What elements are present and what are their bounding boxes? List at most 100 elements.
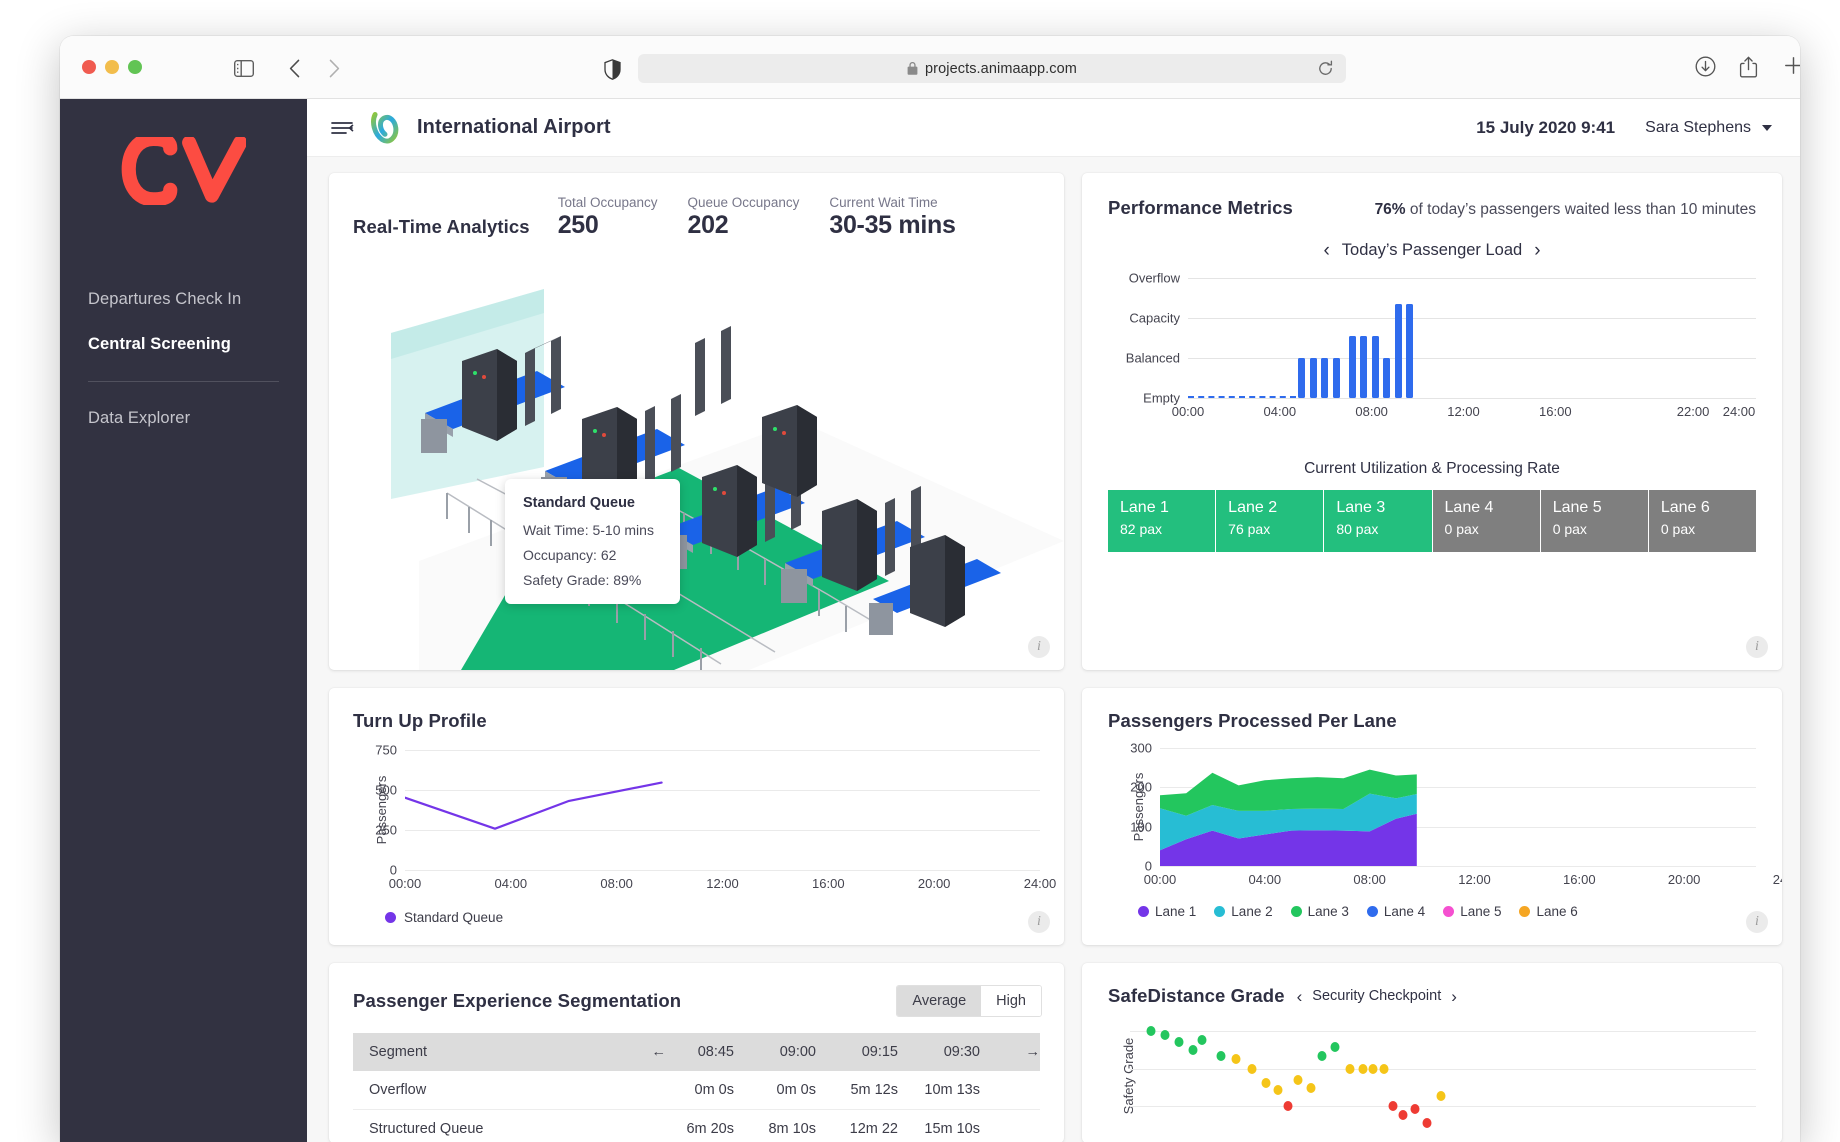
prev-chevron-icon[interactable]: ‹ [1323,241,1329,260]
menu-collapse-icon[interactable] [329,115,355,141]
bar[interactable] [1383,358,1390,398]
lane-cell-lane-6[interactable]: Lane 60 pax [1649,490,1756,552]
sidebar-item-departures-check-in[interactable]: Departures Check In [88,277,279,322]
next-time-arrow-icon[interactable]: → [994,1033,1040,1071]
minimize-window-button[interactable] [105,60,119,74]
scatter-point-warn[interactable] [1247,1064,1256,1074]
info-icon[interactable]: i [1028,636,1050,658]
segmentation-table: Segment ← 08:45 09:00 09:15 09:30 → Over… [353,1033,1040,1142]
next-chevron-icon[interactable]: › [1534,241,1540,260]
legend-item-lane-1[interactable]: Lane 1 [1138,904,1196,919]
legend-item-lane-4[interactable]: Lane 4 [1367,904,1425,919]
scatter-point-bad[interactable] [1388,1101,1397,1111]
scatter-point-warn[interactable] [1380,1064,1389,1074]
xtick-1600: 16:00 [812,876,845,891]
bar[interactable] [1321,358,1328,398]
xtick-0400: 04:00 [1264,404,1297,419]
bar[interactable] [1395,304,1402,398]
nav-forward-icon[interactable] [322,56,346,80]
scatter-point-good[interactable] [1330,1042,1339,1052]
queue-tooltip-title: Standard Queue [523,495,664,511]
nav-back-icon[interactable] [282,56,306,80]
scatter-point-warn[interactable] [1232,1054,1241,1064]
user-menu[interactable]: Sara Stephens [1645,119,1772,137]
privacy-shield-icon[interactable] [600,57,624,81]
share-icon[interactable] [1739,56,1763,80]
legend-item-lane-6[interactable]: Lane 6 [1519,904,1577,919]
lane-cell-lane-2[interactable]: Lane 276 pax [1216,490,1324,552]
card-safedistance-grade: SafeDistance Grade ‹ Security Checkpoint… [1082,963,1782,1142]
performance-header: Performance Metrics 76% of today’s passe… [1082,173,1782,219]
scatter-point-good[interactable] [1216,1051,1225,1061]
prev-time-arrow-icon[interactable]: ← [620,1033,666,1071]
maximize-window-button[interactable] [128,60,142,74]
scatter-point-good[interactable] [1175,1037,1184,1047]
safedistance-header: SafeDistance Grade ‹ Security Checkpoint… [1082,963,1782,1007]
reload-icon[interactable] [1317,60,1334,77]
scatter-point-bad[interactable] [1422,1118,1431,1128]
address-bar[interactable]: projects.animaapp.com [638,54,1346,83]
bar[interactable] [1333,358,1340,398]
legend-item-lane-5[interactable]: Lane 5 [1443,904,1501,919]
browser-window: projects.animaapp.com [60,36,1800,1142]
table-row[interactable]: Structured Queue6m 20s8m 10s12m 2215m 10… [353,1110,1040,1142]
new-tab-icon[interactable] [1784,56,1800,80]
scatter-point-warn[interactable] [1274,1085,1283,1095]
bar[interactable] [1310,358,1317,398]
info-icon[interactable]: i [1746,636,1768,658]
legend-item-lane-3[interactable]: Lane 3 [1291,904,1349,919]
ytick-300: 300 [1108,741,1152,756]
scatter-point-bad[interactable] [1283,1101,1292,1111]
queue-tooltip-wait-time: Wait Time: 5-10 mins [523,522,664,538]
next-chevron-icon[interactable]: › [1451,988,1457,1005]
sidebar-toggle-icon[interactable] [232,56,256,80]
toggle-high-button[interactable]: High [981,986,1041,1016]
lane-cell-lane-3[interactable]: Lane 380 pax [1324,490,1432,552]
brand-logo-cv-icon [121,137,246,205]
xtick-2200: 22:00 [1677,404,1710,419]
legend-item-lane-2[interactable]: Lane 2 [1214,904,1272,919]
scatter-point-warn[interactable] [1261,1078,1270,1088]
ytick-balanced: Balanced [1108,351,1180,366]
close-window-button[interactable] [82,60,96,74]
window-controls [82,60,142,74]
checkpoint-3d-view[interactable]: Standard Queue Wait Time: 5-10 mins Occu… [329,261,1064,670]
scatter-point-bad[interactable] [1411,1104,1420,1114]
scatter-point-good[interactable] [1161,1030,1170,1040]
scatter-point-good[interactable] [1198,1035,1207,1045]
scatter-point-warn[interactable] [1358,1064,1367,1074]
sidebar-item-central-screening[interactable]: Central Screening [88,322,279,367]
info-icon[interactable]: i [1028,911,1050,933]
lane-utilization-row: Lane 182 paxLane 276 paxLane 380 paxLane… [1108,490,1756,552]
kpi-current-wait-time-value: 30-35 mins [829,211,955,240]
safedistance-title: SafeDistance Grade [1108,985,1285,1007]
segmentation-title: Passenger Experience Segmentation [353,990,681,1012]
downloads-icon[interactable] [1695,56,1719,80]
lane-cell-lane-5[interactable]: Lane 50 pax [1541,490,1649,552]
scatter-point-warn[interactable] [1436,1091,1445,1101]
legend-label: Lane 3 [1308,904,1349,919]
queue-tooltip-occupancy: Occupancy: 62 [523,547,664,563]
lane-cell-lane-4[interactable]: Lane 40 pax [1433,490,1541,552]
scatter-point-warn[interactable] [1346,1064,1355,1074]
bar[interactable] [1349,336,1356,398]
scatter-point-good[interactable] [1188,1045,1197,1055]
xtick-2400: 24:00 [1723,404,1756,419]
scatter-point-good[interactable] [1146,1026,1155,1036]
prev-chevron-icon[interactable]: ‹ [1297,988,1303,1005]
bar[interactable] [1360,336,1367,398]
bar[interactable] [1372,336,1379,398]
bar[interactable] [1298,358,1305,398]
app-header: International Airport 15 July 2020 9:41 … [307,99,1800,157]
lane-cell-lane-1[interactable]: Lane 182 pax [1108,490,1216,552]
table-row[interactable]: Overflow0m 0s0m 0s5m 12s10m 13s [353,1071,1040,1110]
toggle-average-button[interactable]: Average [897,986,981,1016]
scatter-point-warn[interactable] [1369,1064,1378,1074]
scatter-point-bad[interactable] [1398,1110,1407,1120]
info-icon[interactable]: i [1746,911,1768,933]
sidebar-item-data-explorer[interactable]: Data Explorer [88,396,279,441]
scatter-point-good[interactable] [1317,1051,1326,1061]
scatter-point-warn[interactable] [1293,1075,1302,1085]
bar[interactable] [1406,304,1413,398]
scatter-point-warn[interactable] [1307,1083,1316,1093]
